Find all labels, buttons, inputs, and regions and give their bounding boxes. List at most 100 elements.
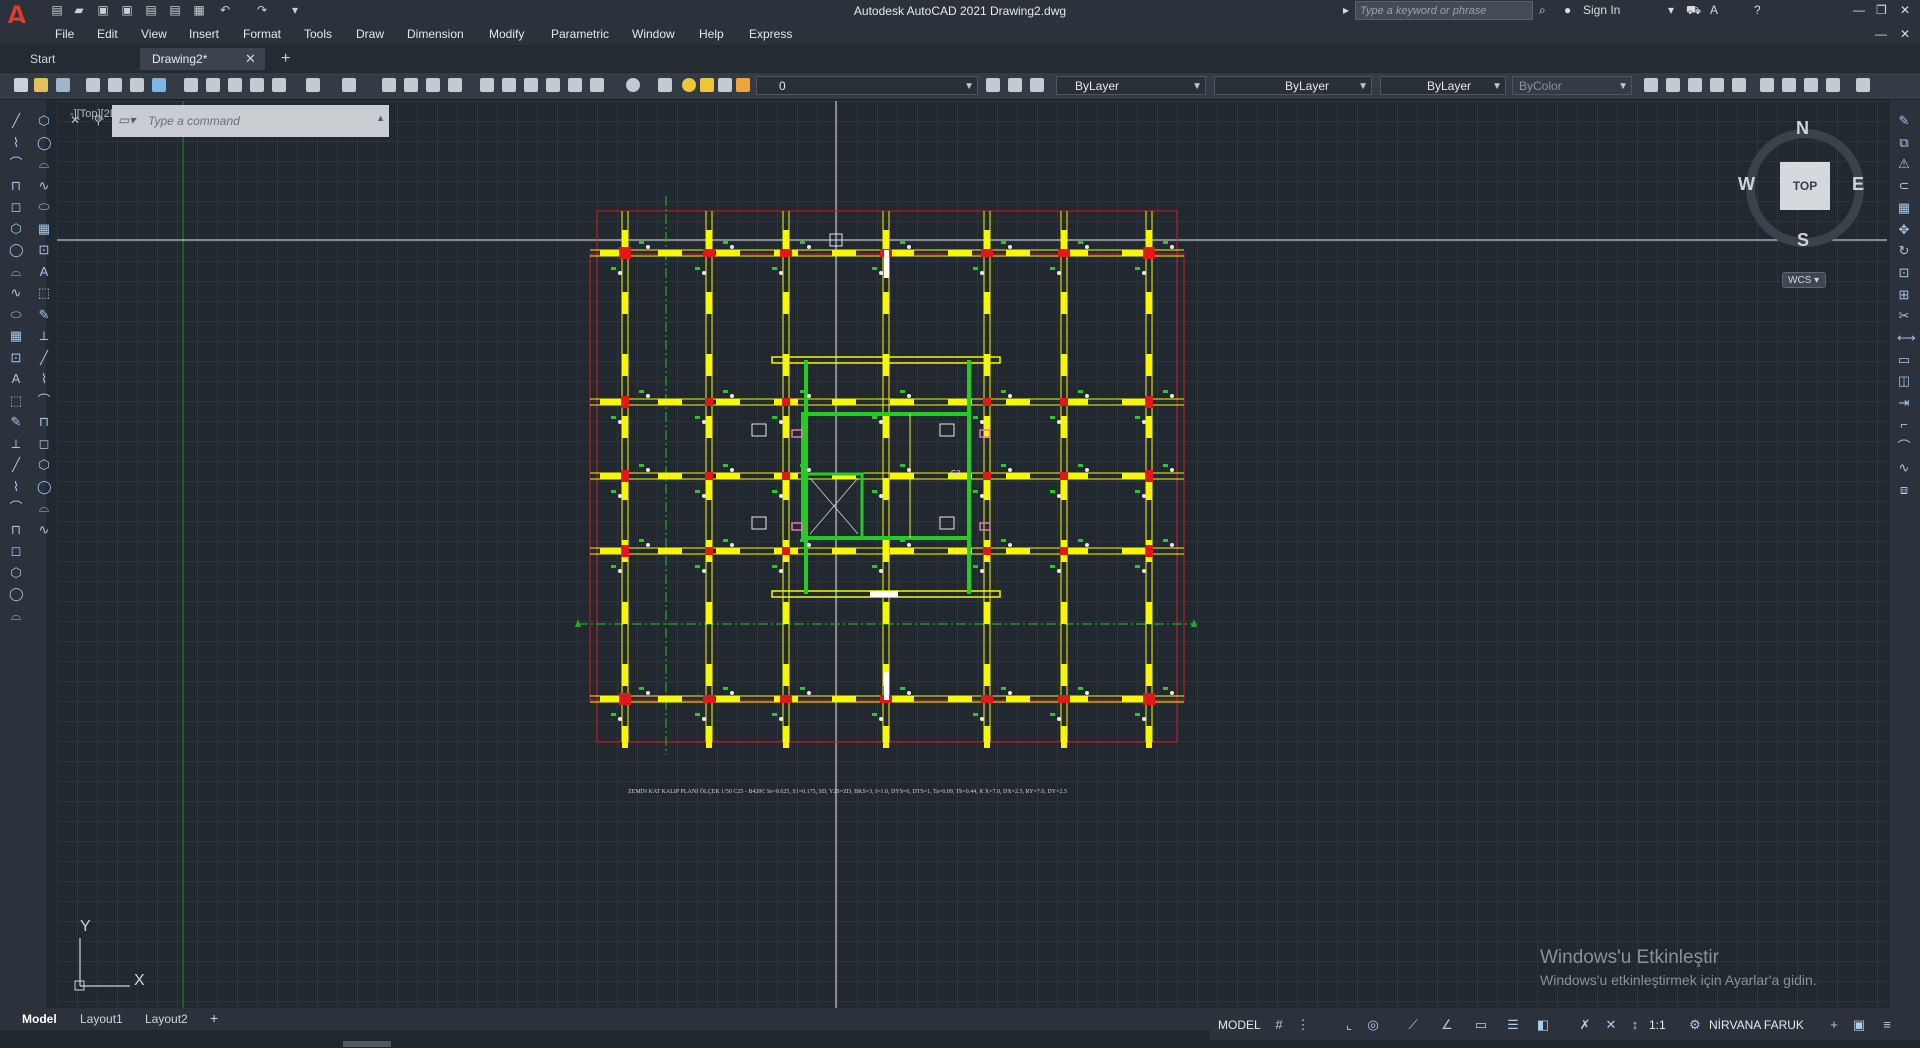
redo-toolbar-icon[interactable] (342, 78, 356, 92)
join-tool-icon[interactable]: ◫ (1897, 374, 1911, 388)
match-properties-icon[interactable] (250, 78, 264, 92)
scrollbar-thumb[interactable] (343, 1041, 391, 1047)
edit-tool-icon[interactable]: ⧈ (1897, 482, 1911, 497)
text-style-icon[interactable] (1710, 78, 1724, 92)
design-center-icon[interactable] (502, 78, 516, 92)
annotation-monitor-status-icon[interactable]: + (1827, 1018, 1841, 1032)
line-tool-icon[interactable]: ╱ (9, 114, 23, 128)
lineweight-dropdown[interactable]: ByLayer ▼ (1380, 76, 1506, 95)
point-tool-icon[interactable]: ⬚ (9, 393, 23, 408)
menu-draw[interactable]: Draw (356, 27, 384, 41)
markup-icon[interactable] (568, 78, 582, 92)
linetype-dropdown[interactable]: ByLayer ▼ (1214, 76, 1372, 95)
autodesk-app-icon[interactable]: A (1710, 3, 1718, 17)
restore-icon[interactable]: ❐ (1876, 3, 1887, 17)
menu-edit[interactable]: Edit (97, 27, 118, 41)
polygon-tool-icon[interactable]: ◻ (37, 436, 51, 451)
hatch-tool-icon[interactable]: ∿ (37, 178, 51, 193)
color-dropdown[interactable]: ByLayer ▼ (1056, 76, 1206, 95)
layer-on-icon[interactable] (682, 78, 696, 92)
circle-tool-icon[interactable]: ⬡ (37, 114, 51, 128)
polyline-tool-icon[interactable]: ⌇ (9, 135, 23, 150)
erase-tool-icon[interactable]: ✎ (1897, 114, 1911, 128)
search-expand-icon[interactable]: ▸ (1343, 3, 1349, 17)
polyline-tool-icon[interactable]: ⌇ (9, 479, 23, 494)
auto-scale-status-icon[interactable]: ↕ (1628, 1018, 1642, 1032)
point-tool-icon[interactable]: ⬚ (37, 286, 51, 300)
help-icon[interactable]: ? (1754, 3, 1761, 17)
layer-state-icon[interactable] (1030, 78, 1044, 92)
chamfer-tool-icon[interactable]: ⇥ (1897, 396, 1911, 410)
explode-tool-icon[interactable]: ∿ (1897, 461, 1911, 475)
polyline-tool-icon[interactable]: ⌇ (37, 372, 51, 386)
menu-file[interactable]: File (55, 27, 74, 41)
layer-viewport-icon[interactable] (718, 78, 732, 92)
tab-layout2[interactable]: Layout2 (145, 1012, 188, 1026)
menu-express[interactable]: Express (749, 27, 792, 41)
menu-insert[interactable]: Insert (189, 27, 219, 41)
rotate-tool-icon[interactable]: ↻ (1897, 244, 1911, 258)
snap-status-icon[interactable]: ⋮ (1296, 1018, 1310, 1032)
menu-tools[interactable]: Tools (304, 27, 332, 41)
ellipse-tool-icon[interactable]: ⌓ (37, 157, 51, 171)
toolbar-options-icon[interactable] (1856, 78, 1870, 92)
command-close-icon[interactable]: ✕ (70, 113, 80, 127)
spline-tool-icon[interactable]: ◯ (9, 243, 24, 257)
workspace-status-icon[interactable]: ⚙ (1688, 1018, 1702, 1032)
compass-north[interactable]: N (1796, 118, 1809, 139)
break-tool-icon[interactable]: ▭ (1897, 352, 1911, 367)
hatch-tool-icon[interactable]: ∿ (37, 522, 51, 537)
tool-palettes-icon[interactable] (524, 78, 538, 92)
move-tool-icon[interactable]: ✥ (1897, 222, 1911, 237)
sheet-set-icon[interactable] (546, 78, 560, 92)
menu-window[interactable]: Window (632, 27, 675, 41)
ortho-status-icon[interactable]: ⌞ (1342, 1018, 1356, 1032)
save-toolbar-icon[interactable] (56, 78, 70, 92)
new-layout-button[interactable]: + (210, 1010, 218, 1026)
close-icon[interactable]: ✕ (1900, 3, 1910, 17)
customize-status-icon[interactable]: ≡ (1880, 1018, 1894, 1032)
polygon-tool-icon[interactable]: ◻ (9, 200, 23, 214)
insert-tool-icon[interactable]: ⟂ (37, 329, 51, 343)
cut-icon[interactable] (184, 78, 198, 92)
layer-previous-icon[interactable] (1008, 78, 1022, 92)
redo-icon[interactable]: ↷ (255, 3, 269, 17)
horizontal-scrollbar[interactable] (0, 1040, 1920, 1048)
grid-status-icon[interactable]: # (1272, 1018, 1286, 1032)
blend-tool-icon[interactable]: ⌒ (1897, 439, 1911, 454)
arc-tool-icon[interactable]: ⌒ (37, 393, 51, 408)
circle-tool-icon[interactable]: ⬡ (9, 221, 23, 236)
tab-model[interactable]: Model (22, 1012, 57, 1026)
rectangle-tool-icon[interactable]: ⊓ (9, 522, 23, 537)
pan-icon[interactable] (382, 78, 396, 92)
doc-close-icon[interactable]: ✕ (1900, 27, 1910, 41)
isodraft-status-icon[interactable]: ⟋ (1406, 1018, 1420, 1032)
transparency-status-icon[interactable]: ◧ (1536, 1018, 1550, 1032)
extend-tool-icon[interactable]: ⟷ (1897, 331, 1916, 345)
rectangle-tool-icon[interactable]: ⊓ (37, 415, 51, 429)
layer-freeze-icon[interactable] (700, 78, 714, 92)
save-icon[interactable]: ▣ (96, 3, 110, 17)
offset-tool-icon[interactable]: ⊂ (1897, 179, 1911, 193)
open-web-icon[interactable]: ▤ (144, 3, 158, 17)
command-input[interactable]: Type a command (148, 114, 240, 128)
orbit-icon[interactable] (1782, 78, 1796, 92)
3d-dwf-icon[interactable] (152, 78, 166, 92)
new-file-icon[interactable]: ▤ (50, 3, 64, 17)
layer-properties-icon[interactable] (658, 78, 672, 92)
spline-tool-icon[interactable]: ◯ (37, 135, 52, 150)
customize-qat-icon[interactable]: ▾ (288, 3, 302, 17)
cart-icon[interactable]: ⛟ (1686, 3, 1701, 19)
trim-tool-icon[interactable]: ✂ (1897, 309, 1911, 323)
circle-tool-icon[interactable]: ⬡ (37, 458, 51, 472)
publish-icon[interactable] (130, 78, 144, 92)
rectangle-tool-icon[interactable]: ⊓ (9, 178, 23, 193)
compass-east[interactable]: E (1852, 174, 1864, 195)
line-tool-icon[interactable]: ╱ (37, 350, 51, 365)
quickcalc-icon[interactable] (590, 78, 604, 92)
copy-tool-icon[interactable]: ⧉ (1897, 135, 1911, 150)
select-cycle-status-icon[interactable]: ✗ (1578, 1018, 1592, 1032)
region-tool-icon[interactable]: ⬭ (37, 200, 51, 214)
workspace-icon[interactable] (1760, 78, 1774, 92)
doc-minimize-icon[interactable]: — (1875, 27, 1887, 41)
